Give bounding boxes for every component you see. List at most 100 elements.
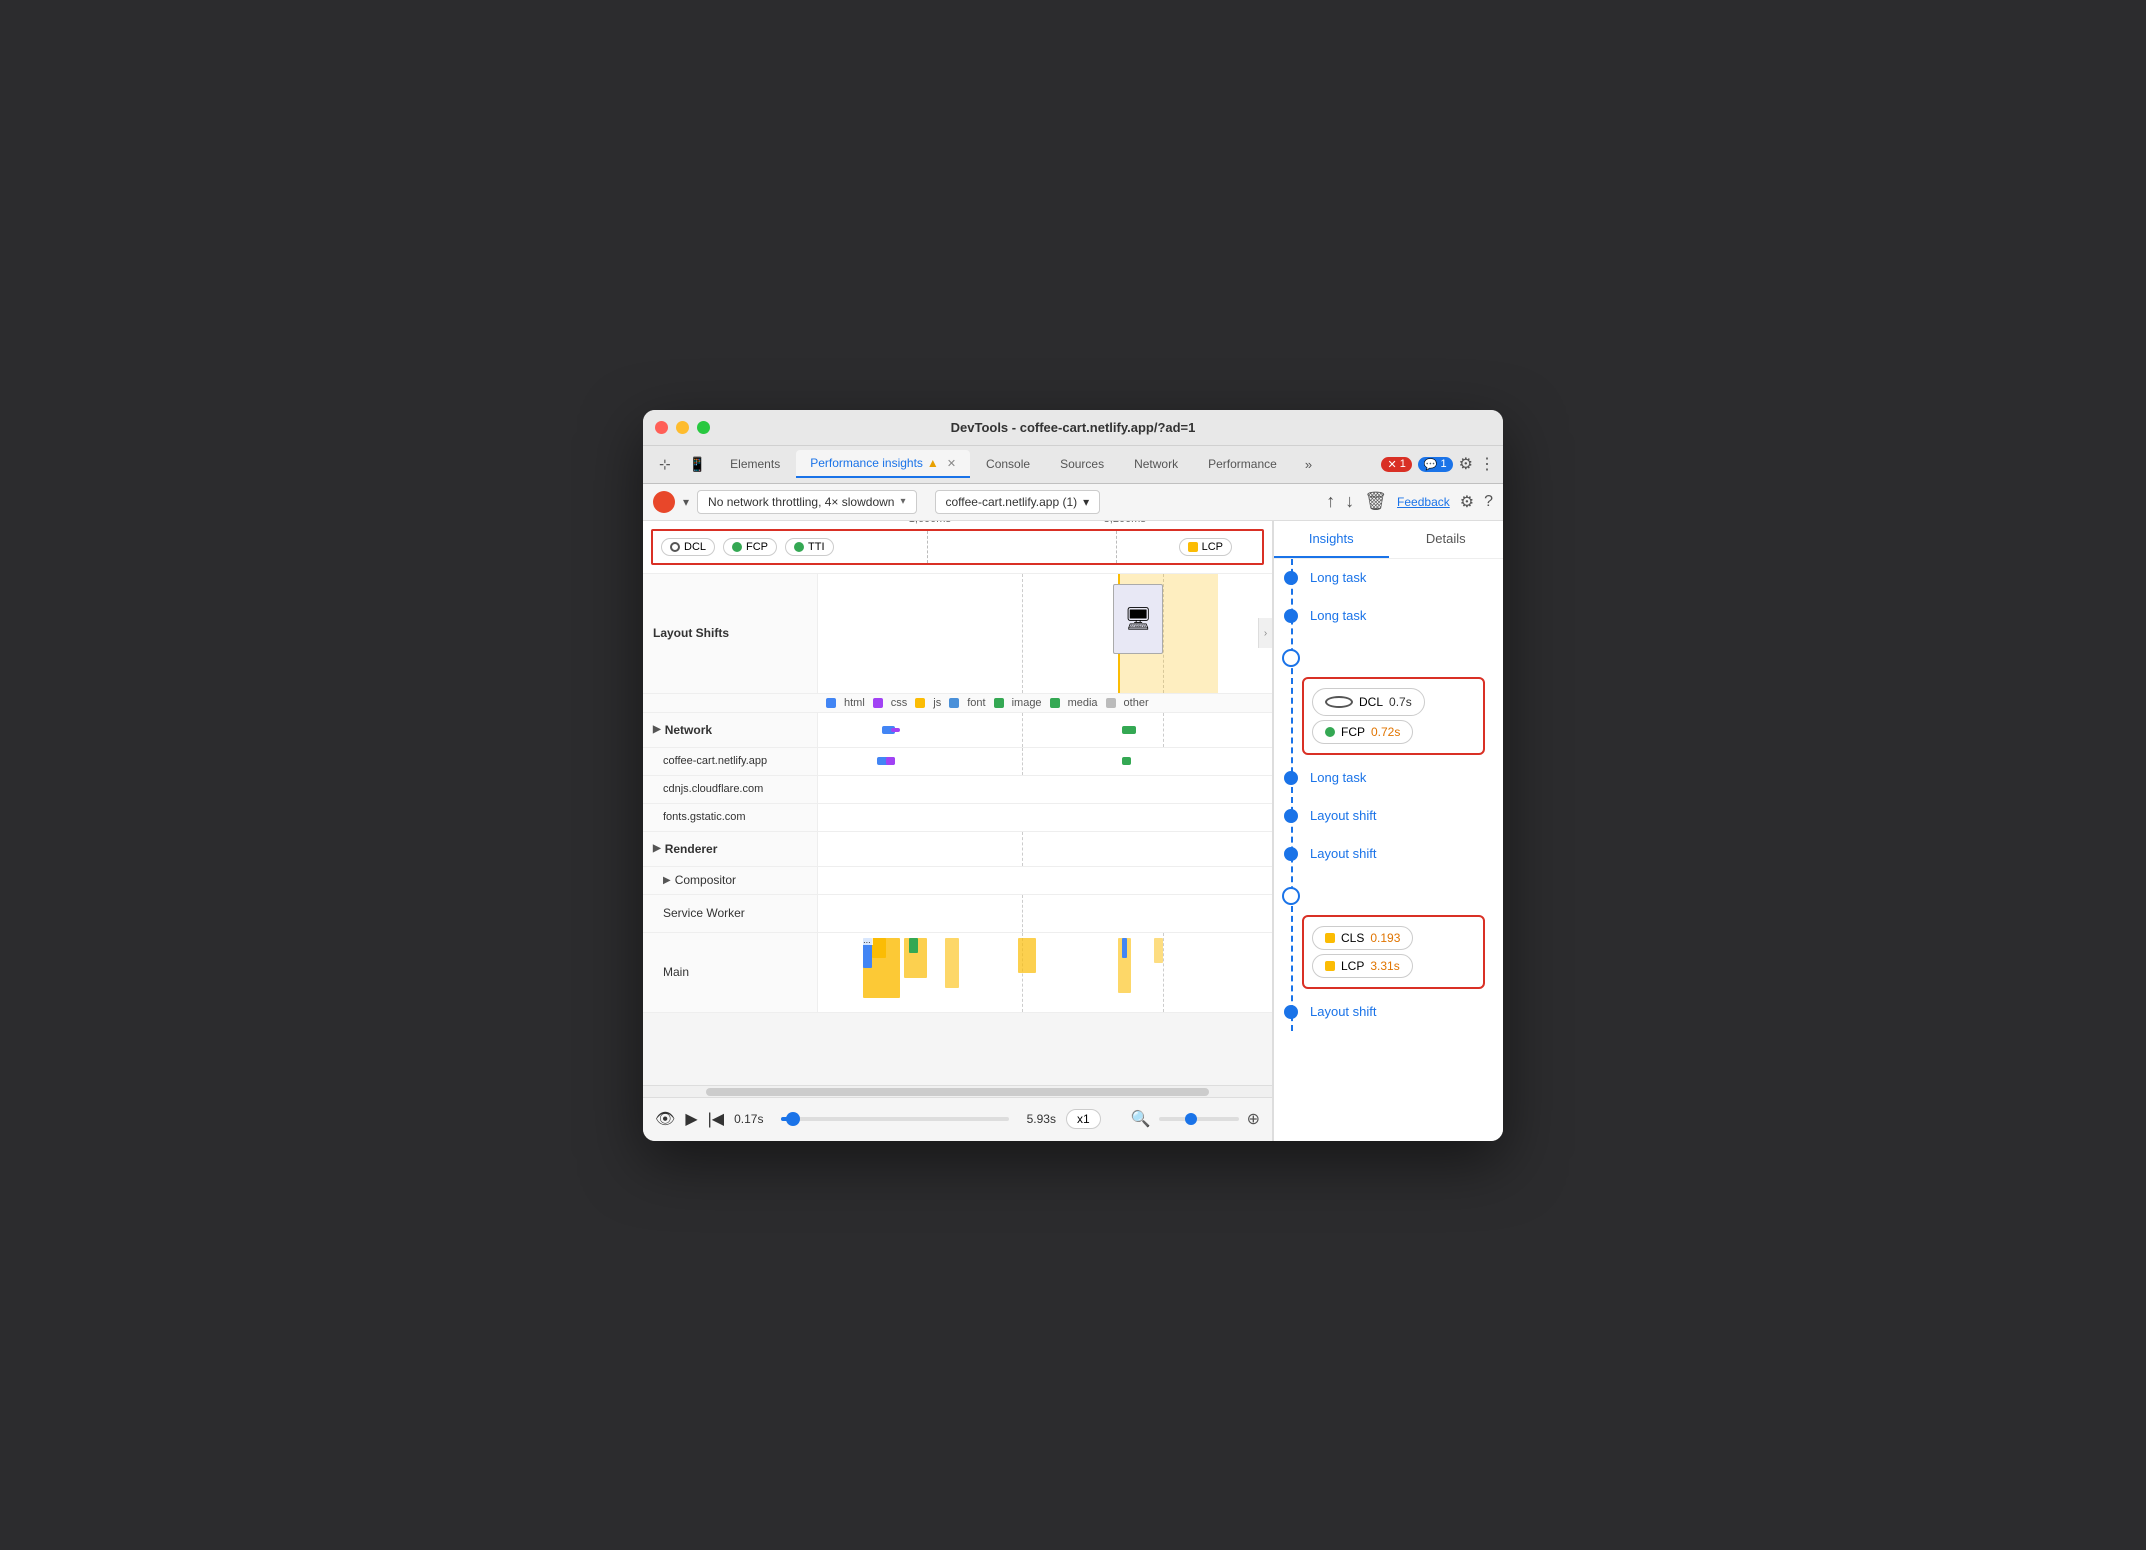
compositor-row: ▶ Compositor [643, 867, 1272, 895]
dcl-icon [670, 542, 680, 552]
tab-elements[interactable]: Elements [716, 451, 794, 477]
expand-network-icon[interactable]: ▶ [653, 724, 661, 735]
tab-sources[interactable]: Sources [1046, 451, 1118, 477]
record-button[interactable] [653, 491, 675, 513]
site-dropdown[interactable]: coffee-cart.netlify.app (1) ▾ [935, 490, 1101, 514]
toolbar-actions: ↑ ↓ 🗑 Feedback ⚙ ? [1326, 491, 1493, 512]
error-badge[interactable]: ✕ 1 [1381, 457, 1411, 472]
error-icon: ✕ [1387, 458, 1396, 471]
dropdown-arrow-icon[interactable]: ▾ [683, 495, 689, 509]
insight-long-task-2[interactable]: Long task [1274, 597, 1503, 635]
settings-gear-icon[interactable]: ⚙ [1460, 492, 1474, 512]
tab-details[interactable]: Details [1389, 521, 1504, 558]
main-content[interactable]: ... [818, 933, 1272, 1012]
network-item-3-label: fonts.gstatic.com [643, 804, 818, 831]
delete-icon[interactable]: 🗑 [1364, 491, 1387, 512]
tti-label: TTI [808, 541, 825, 553]
long-task-3-link[interactable]: Long task [1310, 770, 1366, 785]
zoom-in-icon[interactable]: ⊕ [1247, 1109, 1260, 1129]
zoom-out-icon[interactable]: 🔍 [1131, 1109, 1151, 1129]
layout-shift-1-link[interactable]: Layout shift [1310, 808, 1377, 823]
throttle-dropdown[interactable]: No network throttling, 4× slowdown ▾ [697, 490, 916, 514]
timeline-rows[interactable]: Layout Shifts 🖥 › [643, 574, 1272, 1085]
legend-media: media [1068, 697, 1098, 709]
expand-compositor-icon[interactable]: ▶ [663, 875, 671, 886]
collapse-button[interactable]: › [1258, 618, 1272, 648]
legend-image-icon [994, 698, 1004, 708]
close-button[interactable] [655, 421, 668, 434]
chevron-down-icon: ▾ [900, 496, 905, 507]
screenshot-preview-button[interactable]: 👁 [655, 1109, 675, 1129]
long-task-2-link[interactable]: Long task [1310, 608, 1366, 623]
layout-shift-3-link[interactable]: Layout shift [1310, 1004, 1377, 1019]
skip-to-start-button[interactable]: |◀ [708, 1109, 724, 1129]
legend-other-icon [1106, 698, 1116, 708]
timeline-scrollbar[interactable] [643, 1085, 1272, 1097]
settings-icon[interactable]: ⚙ [1459, 454, 1473, 474]
tab-insights[interactable]: Insights [1274, 521, 1389, 558]
chevron-down-icon: ▾ [1083, 495, 1089, 509]
dcl-ring-row [1274, 639, 1493, 677]
tab-performance-insights[interactable]: Performance insights ▲ ✕ [796, 450, 970, 478]
lcp-label: LCP [1202, 541, 1223, 553]
play-button[interactable]: ▶ [685, 1109, 697, 1129]
netlify-image-bar [1122, 757, 1131, 765]
minimize-button[interactable] [676, 421, 689, 434]
device-icon[interactable]: 📱 [681, 452, 714, 477]
fcp-icon [732, 542, 742, 552]
zoom-thumb[interactable] [1185, 1113, 1197, 1125]
vline4 [1163, 713, 1164, 747]
vline1 [1022, 574, 1023, 693]
network-item-2-row: cdnjs.cloudflare.com [643, 776, 1272, 804]
insight-layout-shift-3[interactable]: Layout shift [1274, 993, 1503, 1031]
network-item-1-content[interactable] [818, 748, 1272, 775]
network-item-3-row: fonts.gstatic.com [643, 804, 1272, 832]
help-icon[interactable]: ? [1484, 493, 1493, 511]
tab-performance[interactable]: Performance [1194, 451, 1291, 477]
inspect-icon[interactable]: ⊹ [651, 452, 679, 477]
network-item-1-label: coffee-cart.netlify.app [643, 748, 818, 775]
timeline-slider[interactable] [781, 1117, 1008, 1121]
upload-icon[interactable]: ↑ [1326, 491, 1335, 512]
dcl-metric-value: 0.7s [1389, 695, 1412, 709]
lcp-metric-value: 3.31s [1370, 959, 1399, 973]
long-task-1-link[interactable]: Long task [1310, 570, 1366, 585]
tab-console[interactable]: Console [972, 451, 1044, 477]
tab-network[interactable]: Network [1120, 451, 1192, 477]
insight-long-task-1[interactable]: Long task [1274, 559, 1503, 597]
more-options-icon[interactable]: ⋮ [1479, 454, 1495, 474]
cls-metric-value: 0.193 [1370, 931, 1400, 945]
network-item-3-content[interactable] [818, 804, 1272, 831]
insight-long-task-3[interactable]: Long task [1274, 759, 1503, 797]
network-content[interactable] [818, 713, 1272, 747]
dcl-ring-icon [1282, 649, 1300, 667]
zoom-slider[interactable] [1159, 1117, 1239, 1121]
lcp-metric-pill: LCP 3.31s [1312, 954, 1413, 978]
vline3 [1022, 713, 1023, 747]
lcp-metric-label: LCP [1341, 959, 1364, 973]
layout-shift-2-link[interactable]: Layout shift [1310, 846, 1377, 861]
toolbar: ▾ No network throttling, 4× slowdown ▾ c… [643, 484, 1503, 521]
metrics-row: 1,600ms 3,200ms DCL FCP TTI [651, 529, 1264, 565]
info-badge[interactable]: 💬 1 [1418, 457, 1453, 472]
layout-shifts-content[interactable]: 🖥 › [818, 574, 1272, 693]
renderer-content[interactable] [818, 832, 1272, 866]
service-worker-content[interactable] [818, 895, 1272, 932]
slider-thumb[interactable] [786, 1112, 800, 1126]
scrollbar-thumb[interactable] [706, 1088, 1209, 1096]
compositor-content[interactable] [818, 867, 1272, 894]
expand-renderer-icon[interactable]: ▶ [653, 843, 661, 854]
insight-layout-shift-2[interactable]: Layout shift [1274, 835, 1503, 873]
feedback-link[interactable]: Feedback [1397, 495, 1450, 509]
tab-close-icon[interactable]: ✕ [947, 457, 956, 470]
legend-html: html [844, 697, 865, 709]
maximize-button[interactable] [697, 421, 710, 434]
tab-overflow[interactable]: » [1297, 453, 1320, 476]
insight-layout-shift-1[interactable]: Layout shift [1274, 797, 1503, 835]
insights-list[interactable]: Long task Long task [1274, 559, 1503, 1141]
legend-js: js [933, 697, 941, 709]
devtools-window: DevTools - coffee-cart.netlify.app/?ad=1… [643, 410, 1503, 1141]
speed-button[interactable]: x1 [1066, 1109, 1101, 1129]
download-icon[interactable]: ↓ [1345, 491, 1354, 512]
network-item-2-content[interactable] [818, 776, 1272, 803]
